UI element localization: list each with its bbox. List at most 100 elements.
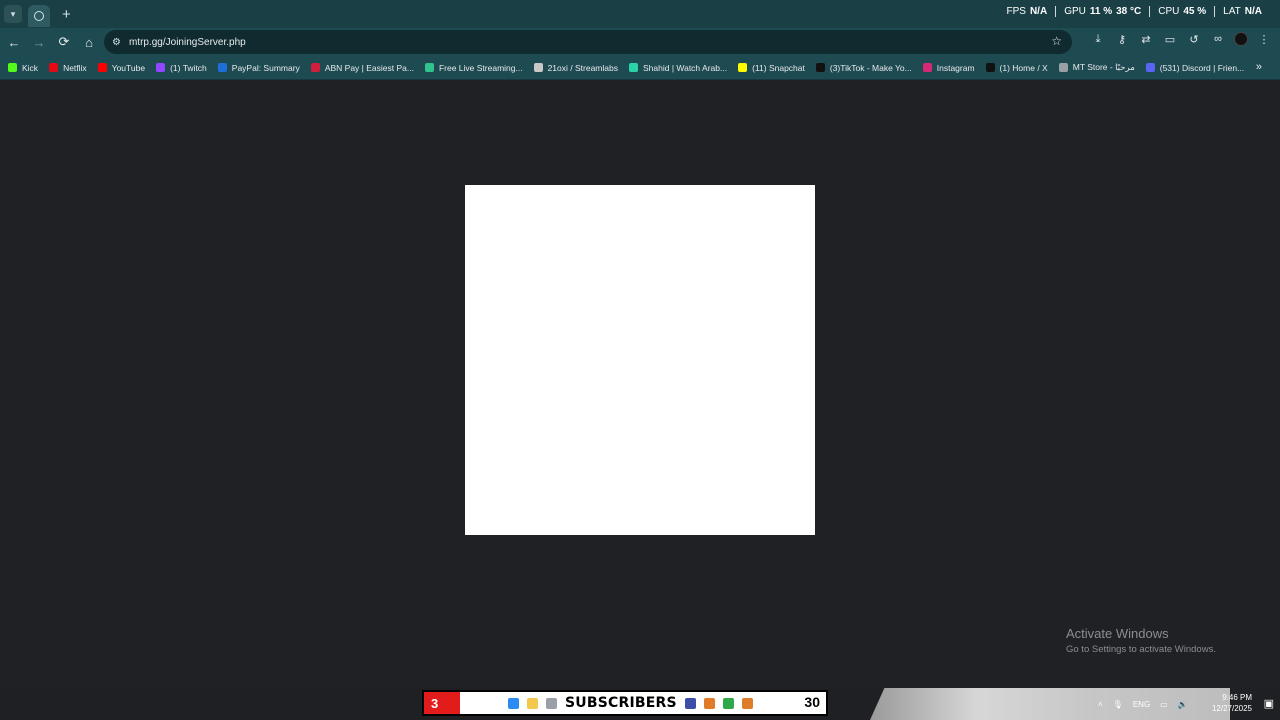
reload-icon[interactable]: ⟳ [53,31,75,53]
bookmark-item[interactable]: (1) Home / X [985,62,1048,73]
fps-label: FPS [1006,6,1026,17]
gpu-label: GPU [1064,6,1086,17]
app-icon[interactable] [741,697,753,709]
bookmark-item[interactable]: MT Store - مرحبًا [1058,62,1135,73]
bookmark-label: (1) Home / X [999,62,1048,73]
bookmark-label: Instagram [936,62,975,73]
activate-windows-watermark: Activate Windows Go to Settings to activ… [1066,626,1216,655]
bookmark-item[interactable]: YouTube [97,62,146,73]
back-arrow-icon[interactable]: ← [3,31,25,53]
bookmark-favicon-icon [1145,63,1155,72]
bookmark-item[interactable]: (1) Twitch [156,63,207,73]
bookmark-label: Netflix [63,62,87,73]
bookmark-item[interactable]: Instagram [922,62,975,73]
bookmark-item[interactable]: (3)TikTok - Make Yo... [815,62,912,73]
subscribers-label: SUBSCRIBERS [565,695,677,711]
bookmark-star-icon[interactable]: ☆ [1051,34,1062,48]
gpu-temp: 38 °C [1116,6,1142,17]
fps-stat: FPS N/A [999,6,1056,17]
translate-icon[interactable]: ⇄ [1138,31,1154,47]
clock[interactable]: 9:46 PM 12/27/2025 [1212,692,1252,714]
bookmark-favicon-icon [985,63,995,72]
system-tray: ˄ 🎙 ENG ▭ 🔊 [1098,688,1188,720]
globe-icon [34,11,44,21]
bookmark-label: (11) Snapchat [752,62,805,73]
bookmark-label: Kick [22,62,39,73]
bookmark-item[interactable]: Netflix [49,63,87,73]
bookmarks-overflow-icon[interactable]: » [1256,61,1262,73]
loading-frame [465,185,815,535]
latency-stat: LAT N/A [1214,6,1270,17]
bookmark-item[interactable]: Free Live Streaming... [424,62,523,73]
bookmark-label: MT Store - مرحبًا [1072,62,1135,72]
bookmark-label: (3)TikTok - Make Yo... [829,62,912,73]
clock-date: 12/27/2025 [1211,704,1252,713]
bookmark-favicon-icon [310,63,320,72]
bookmark-favicon-icon [1058,63,1068,72]
app-icon[interactable] [546,697,557,709]
notification-icon[interactable]: ▣ [1264,697,1274,710]
network-icon[interactable]: ▭ [1160,700,1168,709]
bookmark-favicon-icon [49,63,59,72]
bookmark-item[interactable]: (531) Discord | Frien... [1145,62,1245,73]
bookmark-item[interactable]: PayPal: Summary [217,63,300,73]
tab-strip: ▾ + FPS N/A GPU 11 % 38 °C CPU 45 % LAT … [0,0,1280,28]
bookmark-favicon-icon [8,63,17,72]
bookmark-item[interactable]: (11) Snapchat [738,63,805,73]
key-icon[interactable]: ⚷ [1114,31,1130,47]
xbox-icon[interactable] [722,697,734,709]
subscribers-count: 3 [424,692,460,714]
page-content: Activate Windows Go to Settings to activ… [0,80,1280,688]
subscribers-goal: 30 [804,694,820,710]
chevron-down-icon[interactable]: ▾ [4,5,22,23]
url-text[interactable]: mtrp.gg/JoiningServer.php [129,37,246,48]
file-explorer-icon[interactable] [527,697,538,709]
download-icon[interactable]: ⤓ [1090,31,1106,47]
app-icon[interactable] [684,697,696,709]
browser-toolbar: ← → ⟳ ⌂ ⚙ mtrp.gg/JoiningServer.php ☆ ⤓ … [0,28,1280,56]
plus-icon[interactable]: + [62,6,71,23]
taskbar-apps: SUBSCRIBERS [508,695,753,711]
language-indicator[interactable]: ENG [1133,700,1150,709]
bookmark-label: YouTube [111,62,146,73]
home-icon[interactable]: ⌂ [78,31,100,53]
bookmark-favicon-icon [815,63,825,72]
activate-subtitle: Go to Settings to activate Windows. [1066,644,1216,655]
performance-overlay: FPS N/A GPU 11 % 38 °C CPU 45 % LAT N/A [999,6,1271,17]
bookmark-label: ABN Pay | Easiest Pa... [324,62,414,73]
volume-icon[interactable]: 🔊 [1178,700,1188,709]
bookmark-label: (531) Discord | Frien... [1159,62,1245,73]
profile-avatar[interactable] [1234,32,1248,46]
bookmark-item[interactable]: Shahid | Watch Arab... [628,62,728,73]
site-info-icon[interactable]: ⚙ [112,37,121,48]
toolbar-actions: ⤓ ⚷ ⇄ ▭ ↺ ∞ ⋮ [1090,31,1272,47]
cpu-value: 45 % [1183,6,1207,17]
bookmark-favicon-icon [628,63,638,72]
history-icon[interactable]: ↺ [1186,31,1202,47]
link-icon[interactable]: ∞ [1210,31,1226,47]
menu-icon[interactable]: ⋮ [1256,31,1272,47]
activate-title: Activate Windows [1066,626,1169,641]
bookmark-favicon-icon [533,63,543,72]
address-bar[interactable]: ⚙ mtrp.gg/JoiningServer.php ☆ [104,30,1072,54]
bookmark-label: Shahid | Watch Arab... [642,62,728,73]
bookmark-favicon-icon [156,63,166,72]
bookmark-favicon-icon [922,63,932,72]
bookmark-favicon-icon [97,63,107,72]
microphone-icon[interactable]: 🎙 [1113,700,1123,709]
subscriber-goal-widget: 3 SUBSCRIBERS 30 [422,690,828,716]
bookmark-item[interactable]: ABN Pay | Easiest Pa... [310,62,414,73]
forward-arrow-icon[interactable]: → [28,31,50,53]
gpu-value: 11 % [1089,6,1113,17]
bookmark-item[interactable]: 21oxi / Streamlabs [533,63,618,73]
app-icon[interactable] [703,697,715,709]
bookmark-item[interactable]: Kick [8,63,38,73]
windows-start-icon[interactable] [508,697,519,709]
active-tab[interactable] [28,5,50,27]
chevron-up-icon[interactable]: ˄ [1098,700,1103,709]
lat-value: N/A [1244,6,1262,17]
cpu-stat: CPU 45 % [1149,6,1214,17]
card-icon[interactable]: ▭ [1162,31,1178,47]
gpu-stat: GPU 11 % 38 °C [1055,6,1149,17]
bookmark-label: Free Live Streaming... [438,62,523,73]
